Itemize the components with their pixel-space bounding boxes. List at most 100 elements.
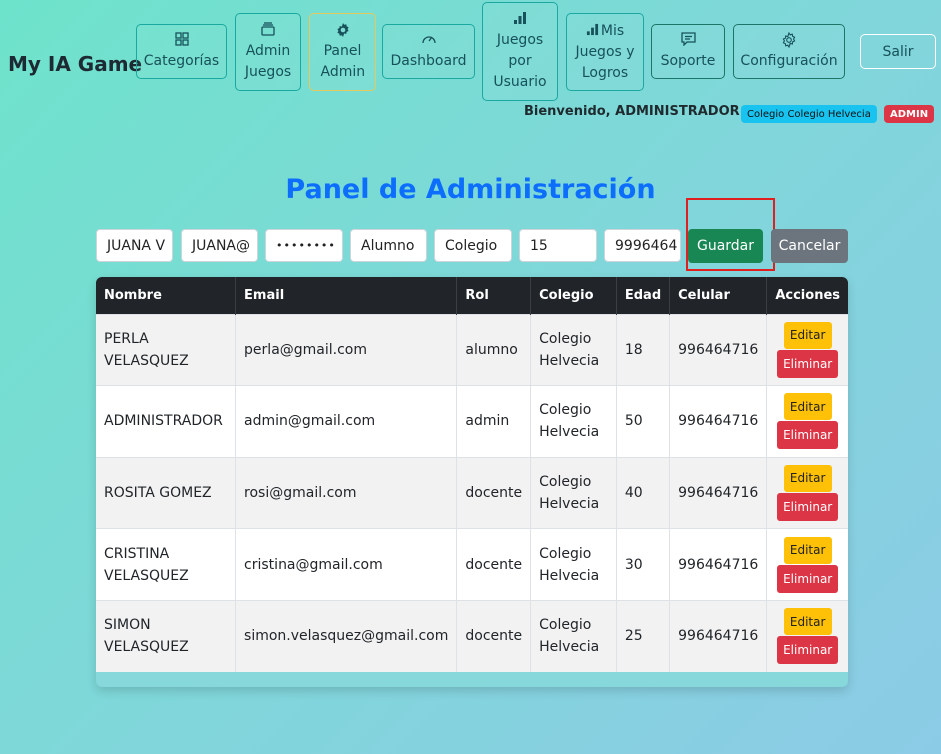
- cell-school: Colegio Helvecia: [530, 599, 617, 672]
- password-input[interactable]: ••••••••: [265, 229, 343, 262]
- cell-name: ROSITA GOMEZ: [96, 456, 237, 529]
- column-header: Email: [235, 277, 458, 314]
- column-header: Colegio: [530, 277, 617, 314]
- chat-icon: [680, 31, 696, 50]
- welcome-text: Bienvenido, ADMINISTRADOR: [524, 104, 740, 119]
- cell-phone: 996464716: [669, 599, 768, 672]
- cell-school: Colegio Helvecia: [530, 385, 617, 458]
- cell-actions: Editar Eliminar: [766, 528, 848, 601]
- edit-button[interactable]: Editar: [783, 536, 832, 564]
- cell-email: rosi@gmail.com: [235, 456, 458, 529]
- cell-email: simon.velasquez@gmail.com: [235, 599, 458, 672]
- delete-button[interactable]: Eliminar: [777, 349, 839, 378]
- bar-chart-icon: [513, 11, 527, 29]
- column-header: Edad: [616, 277, 671, 314]
- stack-icon: [260, 21, 276, 40]
- edit-button[interactable]: Editar: [783, 393, 832, 421]
- cell-age: 30: [616, 528, 671, 601]
- users-table-container: Nombre Email Rol Colegio Edad Celular Ac…: [96, 277, 848, 687]
- column-header: Celular: [669, 277, 768, 314]
- gear-icon: [335, 22, 351, 40]
- nav-label: Soporte: [660, 52, 716, 69]
- cell-actions: Editar Eliminar: [766, 313, 848, 386]
- table-header-row: Nombre Email Rol Colegio Edad Celular Ac…: [96, 277, 848, 314]
- gear-outline-icon: [781, 31, 797, 50]
- cell-age: 50: [616, 385, 671, 458]
- cell-email: admin@gmail.com: [235, 385, 458, 458]
- nav-dashboard[interactable]: Dashboard: [382, 24, 475, 79]
- nav-admin-juegos[interactable]: Admin Juegos: [235, 13, 301, 91]
- edit-button[interactable]: Editar: [783, 464, 832, 492]
- logout-button[interactable]: Salir: [860, 34, 936, 69]
- cell-name: PERLA VELASQUEZ: [96, 313, 237, 386]
- phone-input[interactable]: 9996464: [604, 229, 681, 262]
- nav-label: Dashboard: [390, 52, 467, 69]
- cancel-button[interactable]: Cancelar: [771, 229, 848, 263]
- delete-button[interactable]: Eliminar: [777, 636, 839, 665]
- cell-age: 40: [616, 456, 671, 529]
- nav-label-wrap: Mis Juegos y Logros: [573, 21, 637, 84]
- edit-button[interactable]: Editar: [783, 608, 832, 636]
- cell-name: CRISTINA VELASQUEZ: [96, 528, 237, 601]
- cell-school: Colegio Helvecia: [530, 313, 617, 386]
- nav-label: Configuración: [740, 52, 838, 69]
- cell-phone: 996464716: [669, 313, 768, 386]
- speedometer-icon: [421, 32, 437, 50]
- role-badge: ADMIN: [884, 105, 935, 123]
- cell-school: Colegio Helvecia: [530, 528, 617, 601]
- nav-label: Panel Admin: [320, 42, 366, 80]
- cell-actions: Editar Eliminar: [766, 456, 848, 529]
- table-row: CRISTINA VELASQUEZ cristina@gmail.com do…: [96, 528, 848, 601]
- table-row: PERLA VELASQUEZ perla@gmail.com alumno C…: [96, 313, 848, 386]
- cell-age: 25: [616, 599, 671, 672]
- cell-email: cristina@gmail.com: [235, 528, 458, 601]
- cell-role: docente: [456, 456, 532, 529]
- cell-phone: 996464716: [669, 456, 768, 529]
- cell-role: admin: [456, 385, 532, 458]
- nav-label: Admin Juegos: [244, 42, 292, 80]
- nav-label: Categorías: [143, 52, 220, 69]
- table-row: ROSITA GOMEZ rosi@gmail.com docente Cole…: [96, 456, 848, 529]
- highlight-box: [686, 198, 775, 271]
- table-row: SIMON VELASQUEZ simon.velasquez@gmail.co…: [96, 599, 848, 672]
- nav-categorias[interactable]: Categorías: [136, 24, 227, 79]
- edit-button[interactable]: Editar: [783, 321, 832, 349]
- cell-name: ADMINISTRADOR: [96, 385, 237, 458]
- brand: My IA Game: [8, 52, 143, 76]
- bar-chart-icon: [586, 23, 599, 36]
- cell-actions: Editar Eliminar: [766, 385, 848, 458]
- cell-school: Colegio Helvecia: [530, 456, 617, 529]
- nav-configuracion[interactable]: Configuración: [733, 24, 845, 79]
- table-row: ADMINISTRADOR admin@gmail.com admin Cole…: [96, 385, 848, 458]
- cell-actions: Editar Eliminar: [766, 599, 848, 672]
- users-table: Nombre Email Rol Colegio Edad Celular Ac…: [96, 277, 848, 672]
- nav-label: Mis Juegos y Logros: [575, 22, 635, 81]
- column-header: Acciones: [775, 287, 840, 303]
- cell-email: perla@gmail.com: [235, 313, 458, 386]
- name-input[interactable]: JUANA V: [96, 229, 173, 262]
- cell-age: 18: [616, 313, 671, 386]
- cell-phone: 996464716: [669, 528, 768, 601]
- role-input[interactable]: Alumno: [350, 229, 427, 262]
- nav-juegos-por-usuario[interactable]: Juegos por Usuario: [482, 2, 558, 101]
- delete-button[interactable]: Eliminar: [777, 421, 839, 450]
- nav-soporte[interactable]: Soporte: [651, 24, 725, 79]
- page-title: Panel de Administración: [285, 174, 656, 205]
- column-header: Rol: [456, 277, 532, 314]
- delete-button[interactable]: Eliminar: [777, 564, 839, 593]
- cell-phone: 996464716: [669, 385, 768, 458]
- cell-role: docente: [456, 528, 532, 601]
- cell-name: SIMON VELASQUEZ: [96, 599, 237, 672]
- school-badge: Colegio Colegio Helvecia: [741, 105, 877, 123]
- cell-role: docente: [456, 599, 532, 672]
- age-input[interactable]: 15: [519, 229, 597, 262]
- school-input[interactable]: Colegio: [434, 229, 512, 262]
- column-header: Nombre: [96, 277, 237, 314]
- nav-label: Juegos por Usuario: [493, 31, 547, 90]
- email-input[interactable]: JUANA@: [181, 229, 258, 262]
- cell-role: alumno: [456, 313, 532, 386]
- nav-mis-juegos-logros[interactable]: Mis Juegos y Logros: [566, 13, 644, 91]
- nav-panel-admin[interactable]: Panel Admin: [309, 13, 376, 91]
- grid-icon: [174, 31, 189, 50]
- delete-button[interactable]: Eliminar: [777, 492, 839, 521]
